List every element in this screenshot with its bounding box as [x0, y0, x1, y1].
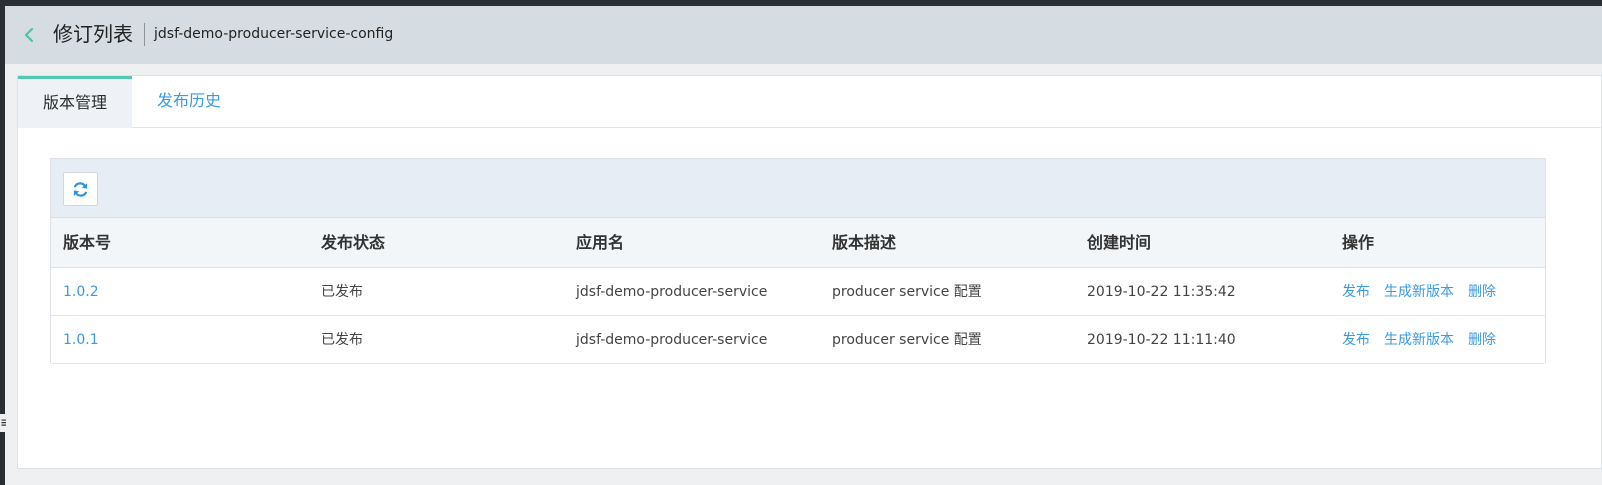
app-cell: jdsf-demo-producer-service: [576, 284, 768, 300]
created-cell: 2019-10-22 11:11:40: [1087, 332, 1236, 348]
column-header-status: 发布状态: [321, 233, 386, 252]
back-button[interactable]: [19, 24, 39, 46]
revision-table: 版本号 发布状态 应用名 版本描述 创建时间 操作 1.0.2 已发布 jdsf…: [50, 158, 1546, 364]
tab-bar: 版本管理 发布历史: [18, 76, 1601, 128]
tab-publish-history[interactable]: 发布历史: [144, 76, 234, 127]
column-header-version: 版本号: [63, 233, 112, 252]
created-cell: 2019-10-22 11:35:42: [1087, 284, 1236, 300]
refresh-button[interactable]: [63, 172, 98, 206]
table-row: 1.0.1 已发布 jdsf-demo-producer-service pro…: [51, 316, 1545, 364]
page-header: 修订列表 jdsf-demo-producer-service-config: [5, 6, 1602, 64]
title-divider: [144, 23, 145, 46]
refresh-icon: [73, 181, 88, 197]
app-window: 修订列表 jdsf-demo-producer-service-config 版…: [5, 6, 1602, 485]
main-panel: 版本管理 发布历史 版本号 发布状态 应用名 版本描述 创建时间 操作 1.0.…: [17, 75, 1602, 469]
new-version-link[interactable]: 生成新版本: [1384, 332, 1454, 348]
publish-link[interactable]: 发布: [1342, 284, 1370, 300]
table-toolbar: [51, 159, 1545, 218]
description-cell: producer service 配置: [832, 332, 982, 348]
app-cell: jdsf-demo-producer-service: [576, 332, 768, 348]
table-header: 版本号 发布状态 应用名 版本描述 创建时间 操作: [51, 218, 1545, 268]
actions-cell: 发布 生成新版本 删除: [1342, 316, 1510, 364]
column-header-description: 版本描述: [832, 233, 897, 252]
description-cell: producer service 配置: [832, 284, 982, 300]
publish-link[interactable]: 发布: [1342, 332, 1370, 348]
chevron-left-icon: [24, 27, 34, 43]
column-header-app: 应用名: [576, 233, 625, 252]
page-title: 修订列表: [53, 22, 133, 46]
status-cell: 已发布: [321, 284, 363, 300]
new-version-link[interactable]: 生成新版本: [1384, 284, 1454, 300]
table-row: 1.0.2 已发布 jdsf-demo-producer-service pro…: [51, 268, 1545, 316]
delete-link[interactable]: 删除: [1468, 332, 1496, 348]
side-menu-handle[interactable]: ≡: [0, 414, 6, 432]
column-header-created: 创建时间: [1087, 233, 1152, 252]
actions-cell: 发布 生成新版本 删除: [1342, 268, 1510, 316]
delete-link[interactable]: 删除: [1468, 284, 1496, 300]
column-header-actions: 操作: [1342, 233, 1375, 252]
status-cell: 已发布: [321, 332, 363, 348]
version-link[interactable]: 1.0.1: [63, 316, 99, 364]
config-name: jdsf-demo-producer-service-config: [154, 26, 394, 42]
version-link[interactable]: 1.0.2: [63, 268, 99, 316]
tab-version-management[interactable]: 版本管理: [18, 76, 132, 128]
